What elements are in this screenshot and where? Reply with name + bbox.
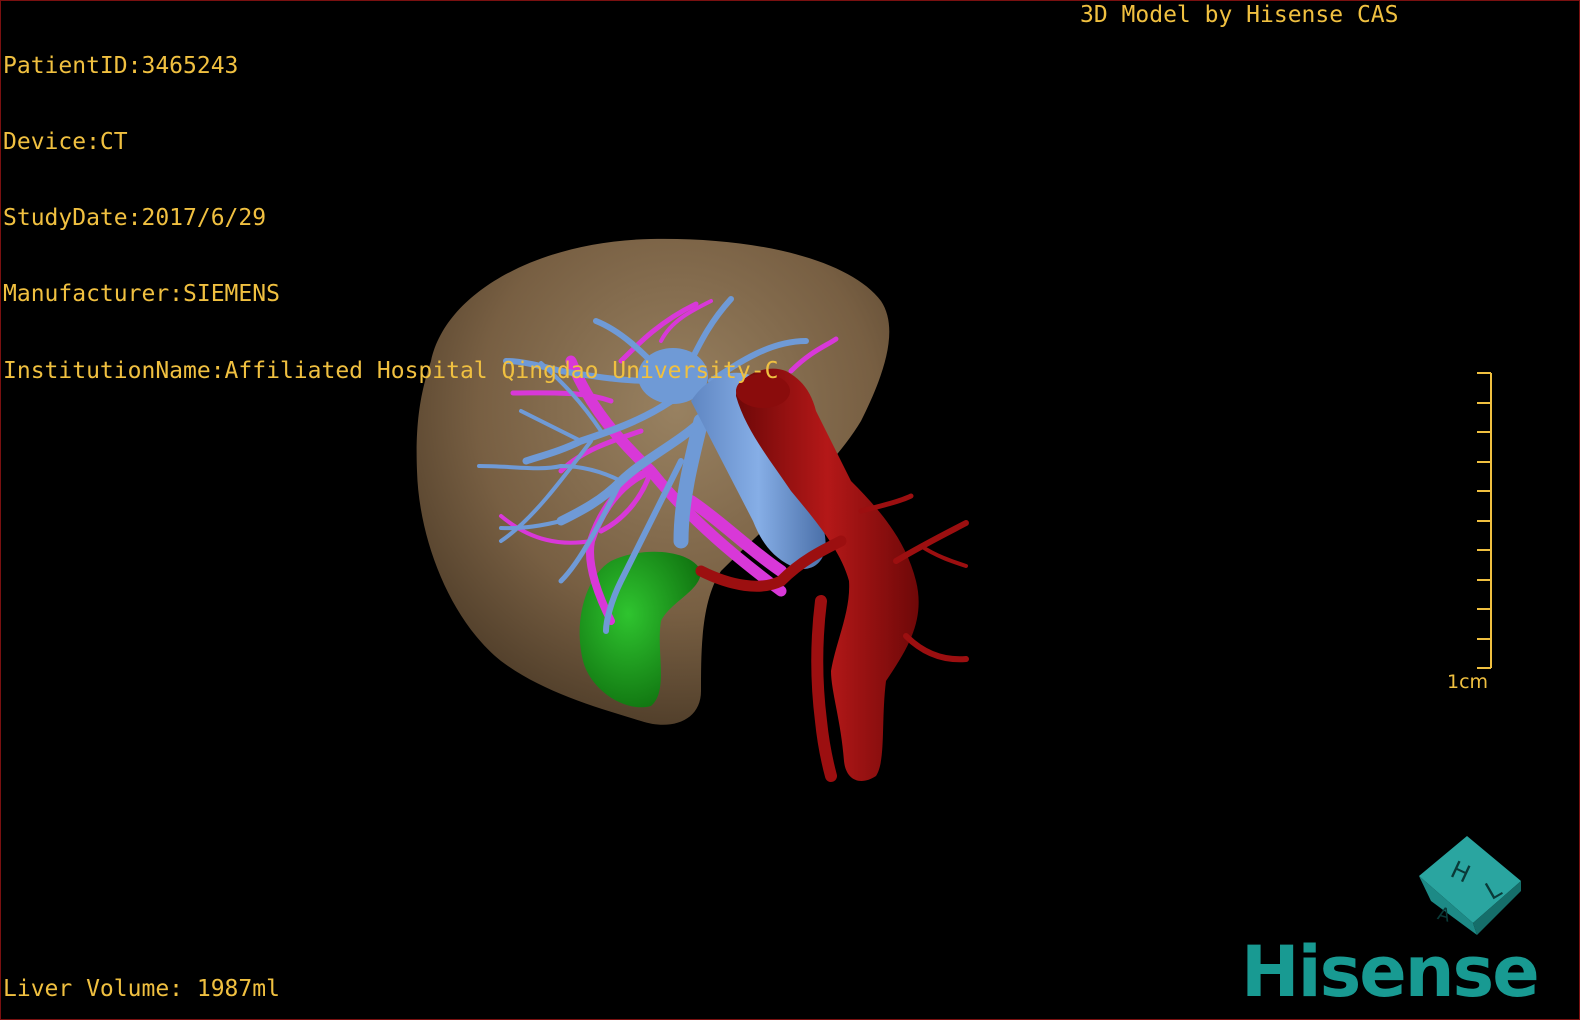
study-info-overlay: PatientID:3465243 Device:CT StudyDate:20… (3, 3, 778, 435)
patient-id-text: PatientID:3465243 (3, 52, 239, 79)
scale-bar-label: 1cm (1447, 671, 1489, 693)
model-credit: 3D Model by Hisense CAS (1080, 2, 1399, 28)
liver-volume-text: Liver Volume: 1987ml (3, 976, 280, 1002)
orientation-cube[interactable]: H L A (1419, 836, 1521, 935)
hisense-logo: Hisense (1241, 931, 1540, 1013)
manufacturer-text: Manufacturer:SIEMENS (3, 281, 280, 308)
device-text: Device:CT (3, 129, 128, 156)
scale-bar (1477, 372, 1492, 669)
institution-text: InstitutionName:Affiliated Hospital Qing… (3, 357, 779, 384)
3d-viewport[interactable]: H L A PatientID:3465243 Device:CT StudyD… (0, 0, 1580, 1020)
study-date-text: StudyDate:2017/6/29 (3, 205, 267, 232)
